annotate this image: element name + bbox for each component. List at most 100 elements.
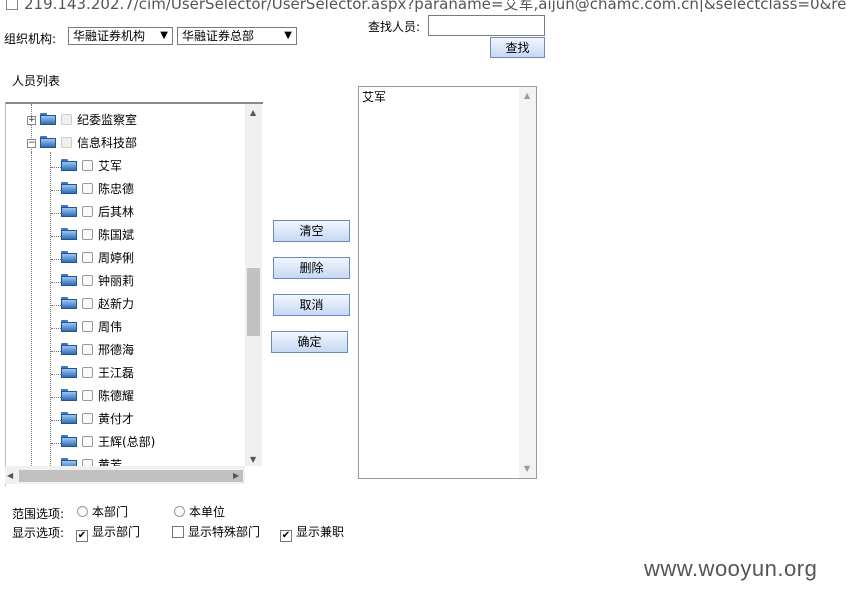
person-checkbox[interactable] — [82, 367, 93, 378]
folder-icon — [61, 182, 78, 194]
checkbox-checked-icon[interactable]: ✔ — [280, 530, 292, 542]
org-label: 组织机构: — [4, 32, 57, 46]
search-input[interactable] — [428, 15, 545, 36]
tree-dept-node[interactable]: + 纪委监察室 — [27, 110, 137, 130]
tree-line — [51, 443, 61, 444]
folder-icon — [61, 435, 78, 447]
delete-button[interactable]: 删除 — [273, 257, 350, 279]
checkbox-icon[interactable] — [172, 526, 184, 538]
person-label: 陈德耀 — [98, 389, 135, 403]
person-label: 王辉(总部) — [98, 435, 156, 449]
dropdown-arrow-icon: ▼ — [160, 30, 168, 41]
person-checkbox[interactable] — [82, 206, 93, 217]
dept-checkbox[interactable] — [61, 137, 72, 148]
org-select-value: 华融证券机构 — [73, 29, 146, 43]
collapse-icon[interactable]: − — [27, 139, 36, 148]
tree-person-node[interactable]: 王江磊 — [61, 363, 134, 383]
scope-option-label: 本部门 — [92, 505, 129, 519]
checkbox-checked-icon[interactable]: ✔ — [76, 530, 88, 542]
clear-button[interactable]: 清空 — [273, 220, 350, 242]
tree-vscroll-thumb[interactable] — [247, 268, 260, 336]
person-label: 周婷俐 — [98, 251, 135, 265]
display-option-special[interactable]: 显示特殊部门 — [172, 523, 260, 540]
folder-icon — [40, 113, 57, 125]
watermark: www.wooyun.org — [644, 556, 818, 581]
person-checkbox[interactable] — [82, 160, 93, 171]
tree-person-node[interactable]: 黄芳 — [61, 455, 122, 466]
folder-icon — [61, 458, 78, 466]
search-button[interactable]: 查找 — [490, 37, 545, 58]
person-checkbox[interactable] — [82, 229, 93, 240]
tree-line — [51, 213, 61, 214]
branch-select[interactable]: 华融证券总部 ▼ — [177, 27, 297, 45]
folder-icon — [61, 389, 78, 401]
tree-hscroll-thumb[interactable] — [19, 470, 243, 482]
person-checkbox[interactable] — [82, 183, 93, 194]
scroll-down-icon[interactable]: ▼ — [250, 455, 256, 464]
page-icon — [6, 0, 18, 10]
tree-person-node[interactable]: 陈国斌 — [61, 225, 134, 245]
tree-person-node[interactable]: 王辉(总部) — [61, 432, 155, 452]
folder-icon — [61, 320, 78, 332]
folder-icon — [61, 205, 78, 217]
person-checkbox[interactable] — [82, 344, 93, 355]
radio-icon[interactable] — [77, 506, 88, 517]
folder-icon — [61, 251, 78, 263]
scroll-up-icon[interactable]: ▲ — [250, 108, 256, 117]
selected-item[interactable]: 艾军 — [362, 88, 386, 105]
org-select[interactable]: 华融证券机构 ▼ — [68, 27, 173, 45]
tree-person-node[interactable]: 黄付才 — [61, 409, 134, 429]
tree-dept-node[interactable]: − 信息科技部 — [27, 133, 137, 153]
person-checkbox[interactable] — [82, 436, 93, 447]
tree-person-node[interactable]: 钟丽莉 — [61, 271, 134, 291]
cancel-button[interactable]: 取消 — [273, 294, 350, 316]
person-label: 赵新力 — [98, 297, 135, 311]
person-label: 黄付才 — [98, 412, 135, 426]
expand-icon[interactable]: + — [27, 116, 36, 125]
scroll-down-icon[interactable]: ▼ — [524, 464, 530, 473]
tree-person-node[interactable]: 赵新力 — [61, 294, 134, 314]
selected-list[interactable] — [358, 86, 537, 479]
list-title: 人员列表 — [12, 74, 61, 88]
scope-label: 范围选项: — [12, 507, 65, 521]
tree-line — [51, 420, 61, 421]
confirm-button[interactable]: 确定 — [271, 331, 348, 353]
scope-option-dept[interactable]: 本部门 — [77, 503, 128, 520]
tree-line — [51, 259, 61, 260]
tree-person-node[interactable]: 艾军 — [61, 156, 122, 176]
dept-checkbox[interactable] — [61, 114, 72, 125]
tree-viewport: + 纪委监察室 − 信息科技部 艾军陈忠德后其林陈国斌周婷俐钟丽莉赵新力周伟邢德… — [5, 104, 245, 466]
person-checkbox[interactable] — [82, 298, 93, 309]
folder-icon — [61, 159, 78, 171]
scope-option-unit[interactable]: 本单位 — [174, 503, 225, 520]
scroll-up-icon[interactable]: ▲ — [524, 91, 530, 100]
selected-list-scrollbar[interactable] — [519, 87, 536, 478]
scope-option-label: 本单位 — [189, 505, 226, 519]
person-checkbox[interactable] — [82, 275, 93, 286]
person-checkbox[interactable] — [82, 413, 93, 424]
display-option-parttime[interactable]: ✔ 显示兼职 — [280, 523, 344, 542]
tree-person-node[interactable]: 邢德海 — [61, 340, 134, 360]
tree-person-node[interactable]: 周伟 — [61, 317, 122, 337]
scroll-left-icon[interactable]: ◀ — [7, 471, 13, 480]
tree-line — [51, 167, 61, 168]
display-label: 显示选项: — [12, 526, 65, 540]
tree-person-node[interactable]: 周婷俐 — [61, 248, 134, 268]
address-bar[interactable]: 219.143.202.7/cim/UserSelector/UserSelec… — [0, 0, 850, 12]
display-option-dept[interactable]: ✔ 显示部门 — [76, 523, 140, 542]
tree-person-node[interactable]: 陈忠德 — [61, 179, 134, 199]
display-option-label: 显示特殊部门 — [188, 525, 261, 539]
tree-line — [51, 351, 61, 352]
person-label: 后其林 — [98, 205, 135, 219]
person-checkbox[interactable] — [82, 390, 93, 401]
person-checkbox[interactable] — [82, 459, 93, 466]
scroll-right-icon[interactable]: ▶ — [233, 471, 239, 480]
tree-person-node[interactable]: 陈德耀 — [61, 386, 134, 406]
radio-icon[interactable] — [174, 506, 185, 517]
person-label: 陈忠德 — [98, 182, 135, 196]
folder-icon — [61, 228, 78, 240]
tree-person-node[interactable]: 后其林 — [61, 202, 134, 222]
person-checkbox[interactable] — [82, 252, 93, 263]
person-checkbox[interactable] — [82, 321, 93, 332]
branch-select-value: 华融证券总部 — [182, 29, 255, 43]
